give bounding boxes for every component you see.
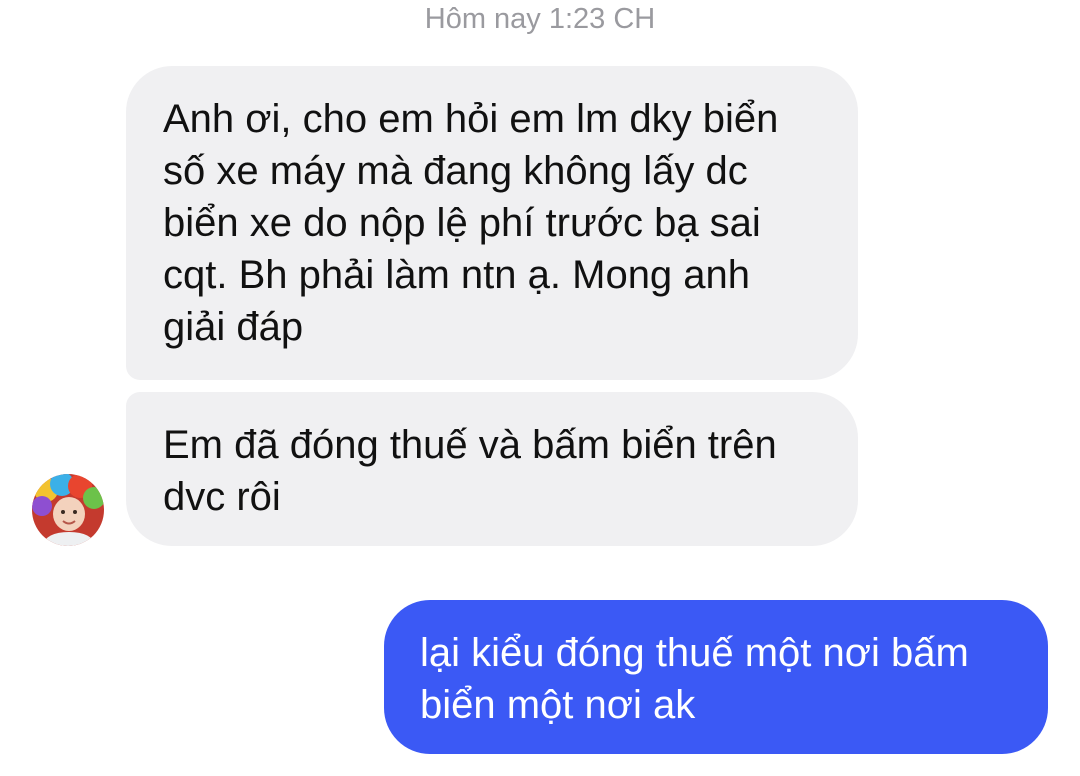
outgoing-message[interactable]: lại kiểu đóng thuế một nơi bấm biển một … [384, 600, 1048, 754]
chat-thread: Hôm nay 1:23 CH Anh ơi, cho em hỏi em lm… [0, 0, 1080, 776]
avatar-photo-icon [32, 474, 104, 546]
contact-avatar[interactable] [32, 474, 104, 546]
timestamp: Hôm nay 1:23 CH [424, 3, 656, 35]
incoming-message[interactable]: Anh ơi, cho em hỏi em lm dky biển số xe … [126, 66, 858, 380]
incoming-message[interactable]: Em đã đóng thuế và bấm biển trên dvc rôi [126, 392, 858, 546]
